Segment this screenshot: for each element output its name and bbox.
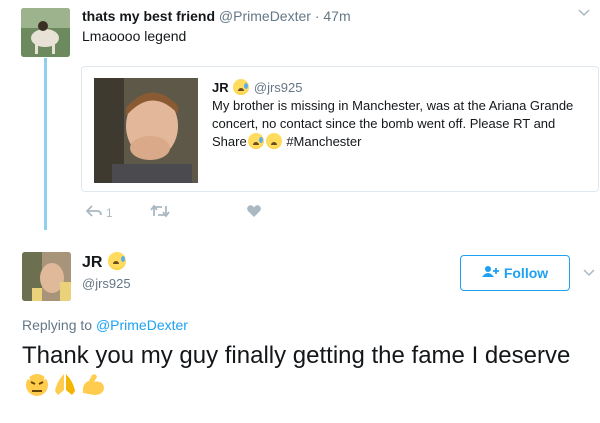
add-user-icon (481, 265, 499, 281)
quoted-author-handle[interactable]: @jrs925 (254, 80, 303, 95)
reply-author-handle[interactable]: @jrs925 (82, 276, 131, 291)
quoted-tweet-card[interactable]: JR @jrs925 My brother is missing in Manc… (81, 66, 599, 192)
chevron-down-icon[interactable] (578, 6, 590, 20)
parent-tweet-text: Lmaoooo legend (82, 28, 187, 44)
reply-tweet-body: Thank you my guy finally getting the fam… (22, 342, 571, 369)
retweet-icon (150, 204, 170, 221)
angry-face-emoji-icon (24, 371, 50, 397)
parent-timestamp[interactable]: 47m (323, 8, 350, 24)
folded-hands-emoji-icon (52, 371, 78, 397)
flexed-biceps-emoji-icon (80, 371, 106, 397)
quoted-author-name[interactable]: JR (212, 80, 229, 95)
reply-author-name[interactable]: JR (82, 254, 102, 271)
reply-author-name-row: JR (82, 252, 127, 272)
replying-prefix: Replying to (22, 317, 93, 333)
follow-button-label: Follow (503, 265, 549, 281)
like-button[interactable] (246, 204, 262, 221)
crying-face-emoji-icon (233, 79, 250, 95)
crying-face-emoji-icon (107, 252, 126, 270)
heart-icon (246, 204, 262, 221)
reply-count: 1 (106, 205, 113, 220)
parent-author-handle[interactable]: @PrimeDexter (219, 8, 311, 24)
replying-to-handle-link[interactable]: @PrimeDexter (96, 317, 188, 333)
crying-face-emoji-icon (247, 133, 264, 149)
reply-author-avatar[interactable] (22, 252, 71, 301)
parent-avatar[interactable] (21, 8, 70, 57)
parent-author-name[interactable]: thats my best friend (82, 8, 215, 24)
reply-tweet-text: Thank you my guy finally getting the fam… (22, 341, 582, 401)
follow-button[interactable]: Follow (460, 255, 570, 291)
quoted-tweet-text: My brother is missing in Manchester, was… (212, 97, 592, 151)
thread-connector-line (44, 58, 47, 230)
quoted-tweet-photo[interactable] (94, 78, 198, 183)
parent-tweet-header: thats my best friend @PrimeDexter · 47m (82, 8, 351, 24)
retweet-button[interactable] (150, 204, 170, 221)
worried-face-emoji-icon (265, 133, 282, 149)
quoted-tweet-header: JR @jrs925 (212, 79, 302, 95)
chevron-down-icon[interactable] (583, 266, 595, 280)
header-separator: · (314, 8, 320, 24)
reply-button[interactable]: 1 (85, 204, 113, 221)
replying-to-line: Replying to @PrimeDexter (22, 317, 188, 333)
reply-icon (85, 204, 102, 221)
hashtag-link[interactable]: #Manchester (286, 134, 361, 149)
